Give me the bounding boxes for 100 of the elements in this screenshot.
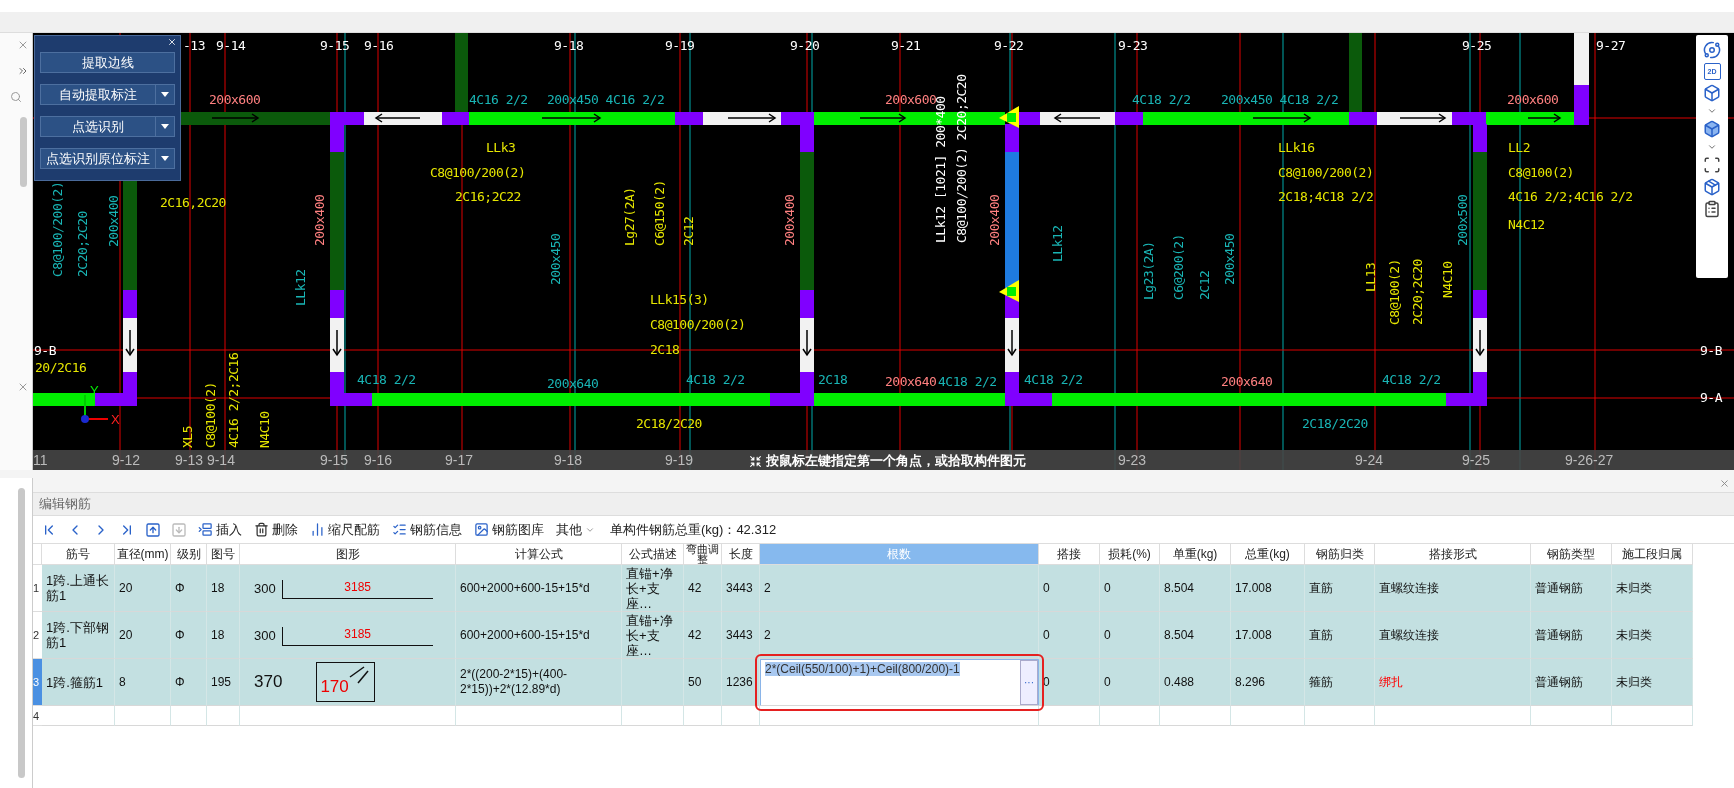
trash-icon: [254, 522, 269, 537]
drawing-annotation: 200x600: [209, 92, 261, 107]
axis-label: 9-22: [994, 38, 1024, 53]
drawing-annotation: LLk15(3): [650, 292, 709, 307]
drawing-annotation: 2C20;2C20: [1410, 259, 1425, 325]
shape-dimension: 300: [254, 580, 276, 596]
table-cell: 18: [207, 565, 240, 612]
drawing-annotation: C6@150(2): [652, 180, 667, 246]
axis-label: 9-21: [891, 38, 921, 53]
package-icon[interactable]: [1703, 178, 1721, 196]
close-icon[interactable]: [167, 37, 177, 47]
shape-length: 170: [320, 677, 349, 697]
axis-label: 9-19: [665, 38, 695, 53]
table-cell: 3443: [722, 612, 760, 659]
column-header[interactable]: 总重(kg): [1231, 544, 1305, 565]
axis-label: 9-17: [445, 452, 474, 468]
column-header[interactable]: 直径(mm): [115, 544, 171, 565]
toolbar-button[interactable]: 钢筋图库: [471, 518, 547, 541]
cube-icon[interactable]: [1703, 120, 1721, 138]
drawing-annotation: LLk12: [293, 269, 308, 306]
axis-label: 9-20: [790, 38, 820, 53]
table-cell: 1跨.下部钢筋1: [42, 612, 115, 659]
axis-label: 9-25: [1462, 38, 1492, 53]
recognition-button[interactable]: 点选识别: [40, 116, 175, 137]
column-header[interactable]: 损耗(%): [1100, 544, 1160, 565]
drawing-annotation: 4C16 2/2;4C16 2/2: [1508, 189, 1633, 204]
caret-icon: [161, 124, 169, 129]
caret-icon[interactable]: [1707, 106, 1717, 116]
orbit-icon[interactable]: [1703, 41, 1721, 59]
table-cell: 3443: [722, 565, 760, 612]
bar-chart-icon: [310, 522, 325, 537]
table-cell: 2*((200-2*15)+(400-2*15))+2*(12.89*d): [456, 659, 622, 706]
caret-icon: [161, 92, 169, 97]
close-button[interactable]: [1719, 478, 1730, 489]
axis-label: 9-16: [364, 452, 393, 468]
column-header[interactable]: 单重(kg): [1160, 544, 1231, 565]
cube-icon[interactable]: [1703, 84, 1721, 102]
column-header[interactable]: 级别: [171, 544, 207, 565]
axis-label: 9-24: [1355, 452, 1384, 468]
drawing-annotation: 2C20;2C20: [75, 211, 90, 277]
axis-label: -13: [183, 38, 205, 53]
more-button[interactable]: ···: [1020, 660, 1038, 705]
recognition-button[interactable]: 点选识别原位标注: [40, 148, 175, 169]
drawing-annotation: 4C18 2/2: [1024, 372, 1083, 387]
drawing-annotation: Lg27(2A): [622, 187, 637, 246]
column-header[interactable]: 长度: [722, 544, 760, 565]
recognition-button[interactable]: 提取边线: [40, 52, 175, 73]
column-header[interactable]: 图形: [240, 544, 456, 565]
table-cell: 8.504: [1160, 612, 1231, 659]
column-header[interactable]: 筋号: [42, 544, 115, 565]
clipboard-icon[interactable]: [1703, 200, 1721, 218]
drawing-annotation: 200x450: [548, 233, 563, 285]
drawing-annotation: XL5: [180, 426, 195, 448]
column-header[interactable]: 钢筋类型: [1531, 544, 1612, 565]
scrollbar-thumb[interactable]: [19, 117, 27, 187]
column-header[interactable]: 钢筋归类: [1305, 544, 1375, 565]
drawing-annotation: 200x640: [1221, 374, 1273, 389]
recognition-button[interactable]: 自动提取标注: [40, 84, 175, 105]
column-header[interactable]: 图号: [207, 544, 240, 565]
shape-length: 3185: [344, 626, 372, 641]
table-cell: [622, 659, 684, 706]
scrollbar-thumb[interactable]: [18, 488, 25, 778]
drawing-annotation: 4C16 2/2: [469, 92, 528, 107]
caret-icon[interactable]: [1707, 142, 1717, 152]
table-cell: 0: [1039, 612, 1100, 659]
axis-gizmo-icon: [81, 394, 109, 423]
axis-label: 9-12: [112, 452, 141, 468]
drawing-annotation: C8@100/200(2) 2C20;2C20: [954, 74, 969, 243]
toolbar-button[interactable]: 缩尺配筋: [307, 518, 383, 541]
table-cell: 18: [207, 612, 240, 659]
column-header[interactable]: 公式描述: [622, 544, 684, 565]
column-header[interactable]: 搭接: [1039, 544, 1100, 565]
table-cell: 8.504: [1160, 565, 1231, 612]
other-menu-button[interactable]: 其他: [553, 518, 598, 541]
table-cell: 8: [115, 659, 171, 706]
table-cell: 直筋: [1305, 612, 1375, 659]
shape-dimension: 300: [254, 627, 276, 643]
column-header[interactable]: 计算公式: [456, 544, 622, 565]
table-cell: 1236: [722, 659, 760, 706]
table-cell: 0: [1039, 565, 1100, 612]
drawing-annotation: 200x450: [1222, 233, 1237, 285]
shape-dimension: 370: [254, 672, 283, 692]
table-cell: 箍筋: [1305, 659, 1375, 706]
drawing-annotation: Lg23(2A): [1141, 241, 1156, 300]
column-header[interactable]: 弯曲调整: [684, 544, 722, 565]
table-cell: 42: [684, 612, 722, 659]
column-header[interactable]: 搭接形式: [1375, 544, 1531, 565]
drawing-annotation: 200x400: [312, 194, 327, 246]
expand-icon[interactable]: [17, 65, 29, 77]
axis-label: 9-A: [1700, 390, 1722, 405]
drawing-annotation: 2C18;4C18 2/2: [1278, 189, 1374, 204]
toolbar-button[interactable]: 删除: [251, 518, 301, 541]
column-header[interactable]: 施工段归属: [1612, 544, 1693, 565]
drawing-annotation: 2C18: [650, 342, 680, 357]
table-cell: 直筋: [1305, 565, 1375, 612]
panel-title: 编辑钢筋: [39, 495, 91, 513]
toolbar-button[interactable]: 插入: [195, 518, 245, 541]
table-cell: 600+2000+600-15+15*d: [456, 612, 622, 659]
frame-icon[interactable]: [1703, 156, 1721, 174]
toolbar-button[interactable]: 钢筋信息: [389, 518, 465, 541]
